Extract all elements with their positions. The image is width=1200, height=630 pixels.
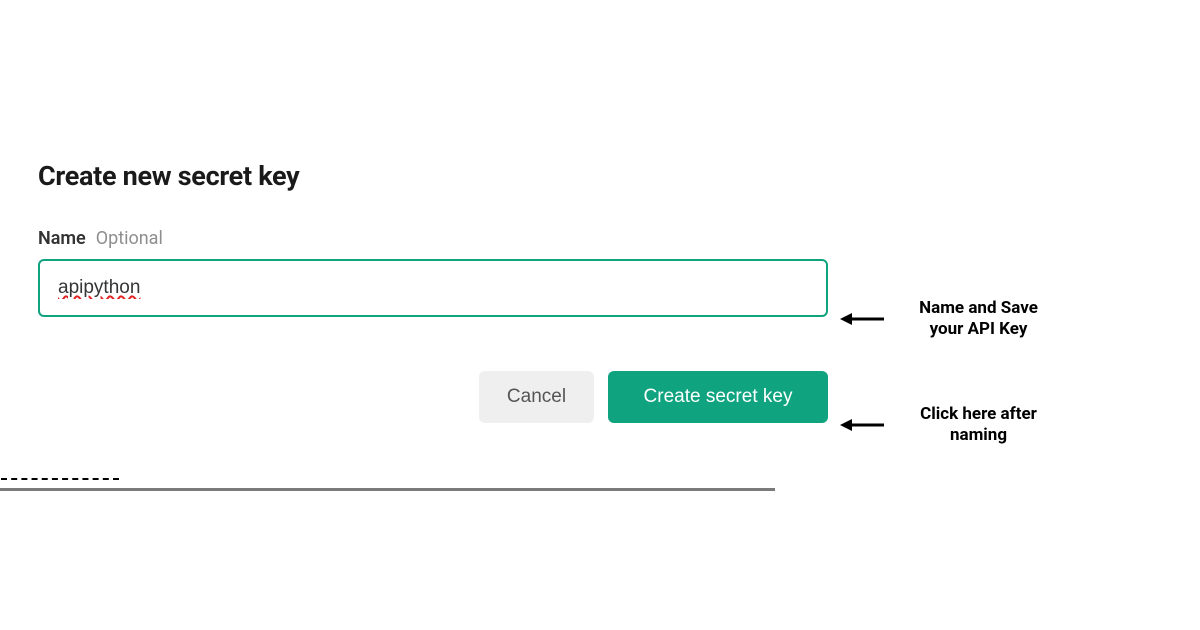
dialog-title: Create new secret key: [38, 160, 828, 192]
annotation-line-2: your API Key: [930, 319, 1028, 339]
button-row: Cancel Create secret key: [38, 371, 828, 423]
create-secret-key-button[interactable]: Create secret key: [608, 371, 828, 423]
divider-line: [0, 488, 775, 491]
name-input[interactable]: [38, 259, 828, 317]
annotation-text: Name and Save your API Key: [896, 298, 1061, 341]
arrow-left-icon: [840, 416, 884, 434]
create-secret-key-dialog: Create new secret key Name Optional Canc…: [38, 160, 828, 423]
annotation-text: Click here after naming: [896, 404, 1061, 447]
name-label-row: Name Optional: [38, 228, 828, 249]
annotation-line-1: Name and Save: [919, 298, 1038, 318]
cancel-button[interactable]: Cancel: [479, 371, 594, 423]
annotation-click-here: Click here after naming: [840, 404, 1061, 447]
annotation-line-2: naming: [950, 425, 1007, 445]
annotation-line-1: Click here after: [920, 404, 1037, 424]
annotation-name-and-save: Name and Save your API Key: [840, 298, 1061, 341]
arrow-left-icon: [840, 310, 884, 328]
optional-label: Optional: [96, 228, 163, 249]
dashed-decoration: [1, 478, 119, 480]
name-label: Name: [38, 228, 86, 249]
